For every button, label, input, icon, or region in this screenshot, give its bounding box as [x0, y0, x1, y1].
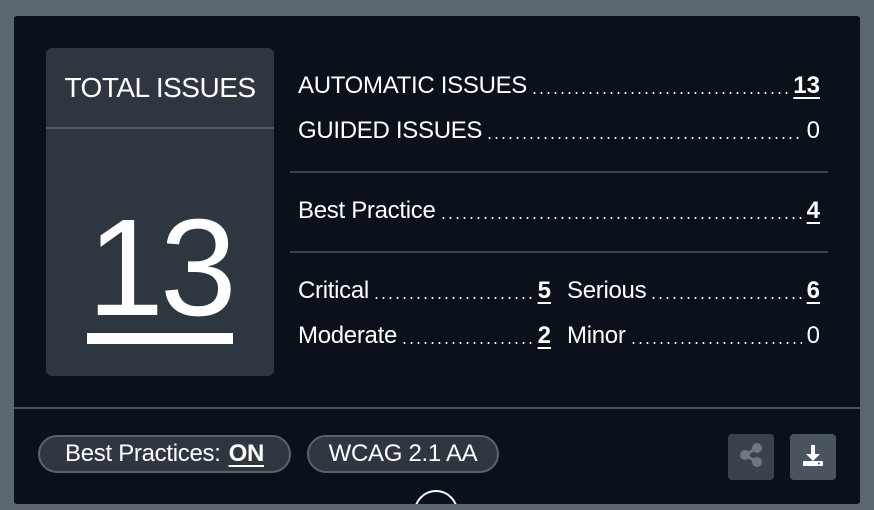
guided-issues-count: 0	[806, 117, 820, 144]
wcag-standard-badge[interactable]: WCAG 2.1 AA	[307, 435, 499, 473]
issues-summary-panel: TOTAL ISSUES 13 AUTOMATIC ISSUES 13 GUID…	[14, 16, 860, 504]
best-practices-label: Best Practices:	[65, 440, 221, 467]
critical-label: Critical	[298, 277, 369, 304]
total-issues-count-link[interactable]: 13	[46, 198, 274, 344]
automatic-issues-label: AUTOMATIC ISSUES	[298, 72, 528, 99]
best-practice-row: Best Practice 4	[298, 197, 820, 225]
guided-issues-row: GUIDED ISSUES 0	[298, 117, 820, 145]
moderate-label: Moderate	[298, 322, 397, 349]
critical-count-link[interactable]: 5	[537, 277, 551, 305]
serious-row: Serious 6	[567, 277, 820, 305]
share-icon	[736, 440, 766, 475]
total-issues-card: TOTAL ISSUES 13	[46, 48, 274, 376]
leader-dots	[486, 137, 802, 139]
leader-dots	[372, 297, 533, 299]
automatic-issues-row: AUTOMATIC ISSUES 13	[298, 72, 820, 100]
leader-dots	[401, 342, 533, 344]
critical-row: Critical 5	[298, 277, 551, 305]
best-practice-label: Best Practice	[298, 197, 436, 224]
serious-count-link[interactable]: 6	[806, 277, 820, 305]
share-button[interactable]	[728, 434, 774, 480]
minor-count: 0	[806, 322, 820, 349]
leader-dots	[531, 92, 790, 94]
minor-row: Minor 0	[567, 322, 820, 350]
leader-dots	[629, 342, 802, 344]
total-issues-title: TOTAL ISSUES	[46, 48, 274, 129]
download-icon	[799, 441, 827, 474]
wcag-standard-label: WCAG 2.1 AA	[328, 440, 478, 467]
moderate-count-link[interactable]: 2	[537, 322, 551, 350]
leader-dots	[650, 297, 802, 299]
automatic-issues-count-link[interactable]: 13	[793, 72, 820, 100]
divider	[290, 171, 828, 173]
footer-divider	[14, 407, 860, 409]
best-practices-toggle[interactable]: Best Practices: ON	[38, 435, 291, 473]
moderate-row: Moderate 2	[298, 322, 551, 350]
minor-label: Minor	[567, 322, 626, 349]
guided-issues-label: GUIDED ISSUES	[298, 117, 483, 144]
total-issues-count: 13	[87, 191, 237, 345]
serious-label: Serious	[567, 277, 647, 304]
divider	[290, 251, 828, 253]
best-practice-count-link[interactable]: 4	[806, 197, 820, 225]
panel-toggle-handle[interactable]	[414, 490, 458, 504]
leader-dots	[439, 217, 802, 219]
download-button[interactable]	[790, 434, 836, 480]
best-practices-state: ON	[228, 440, 265, 467]
